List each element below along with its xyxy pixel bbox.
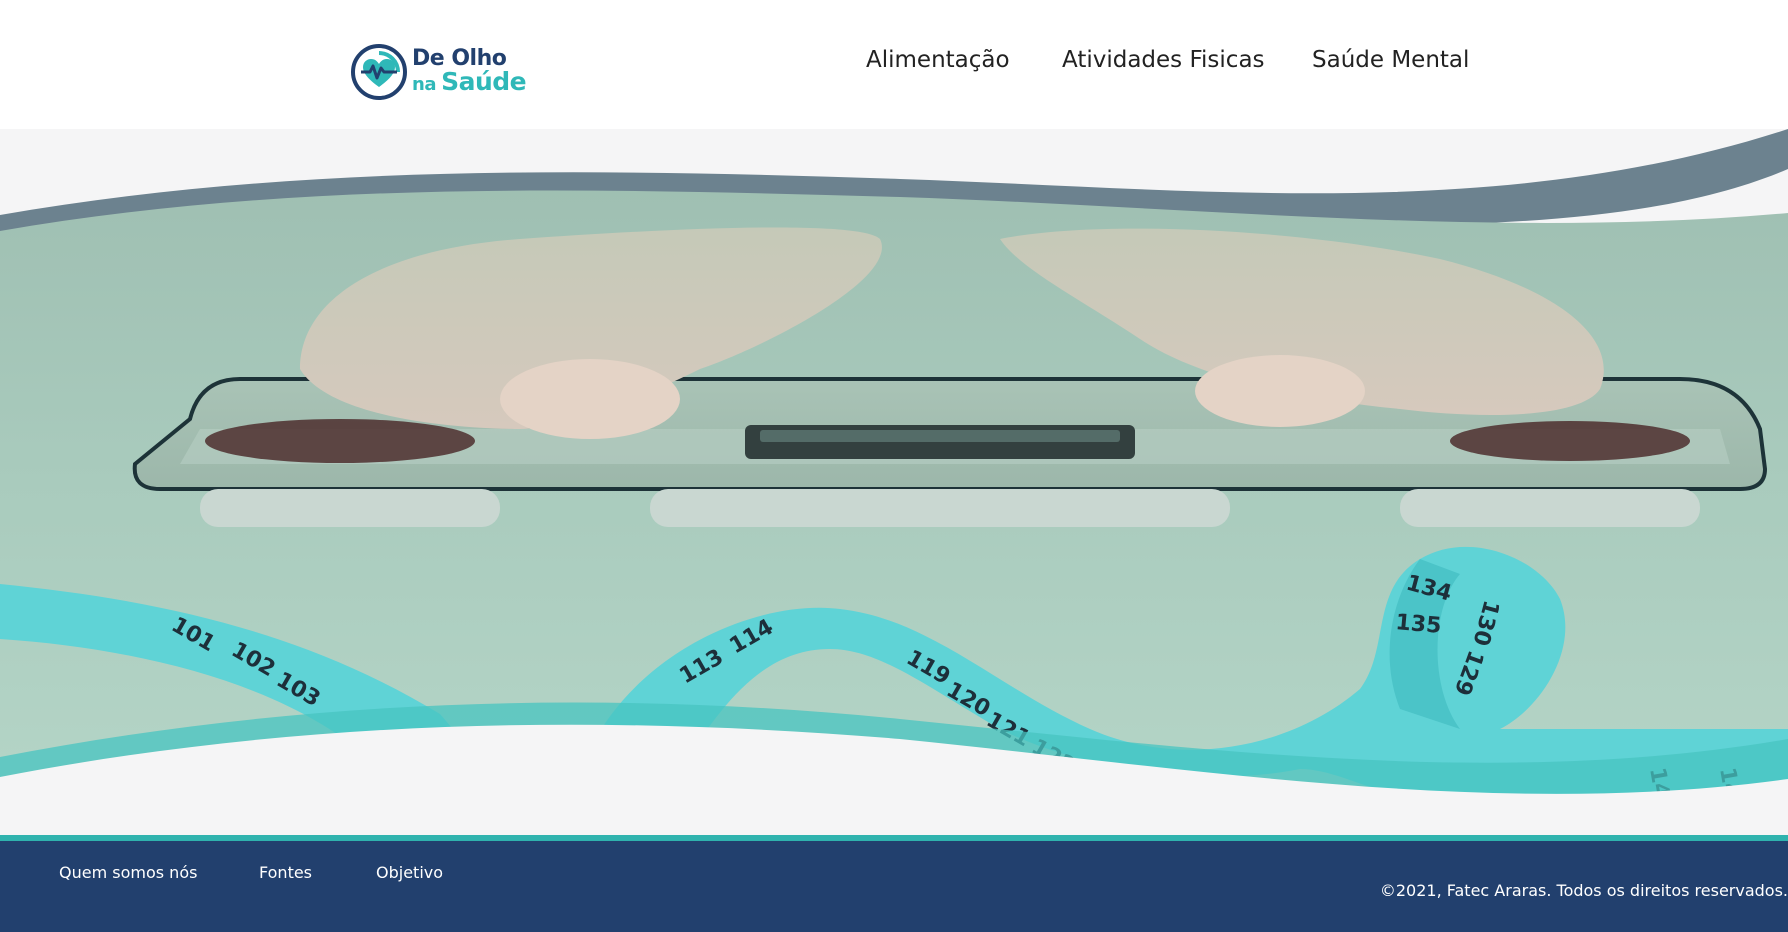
main-nav: Alimentação Atividades Fisicas Saúde Men… (0, 47, 1788, 83)
site-header: De Olho na Saúde Alimentação Atividades … (0, 0, 1788, 129)
footer-link-objetivo[interactable]: Objetivo (376, 863, 443, 882)
site-footer: Quem somos nós Fontes Objetivo ©2021, Fa… (0, 835, 1788, 932)
tape-number: 135 (1394, 610, 1442, 639)
hero-banner: 102 103 101 113 114 119 120 121 122 134 … (0, 129, 1788, 835)
footer-link-fontes[interactable]: Fontes (259, 863, 312, 882)
nav-link-saude-mental[interactable]: Saúde Mental (1312, 47, 1469, 73)
nav-link-alimentacao[interactable]: Alimentação (866, 47, 1010, 73)
nav-link-atividades-fisicas[interactable]: Atividades Fisicas (1062, 47, 1265, 73)
hero-image: 102 103 101 113 114 119 120 121 122 134 … (0, 129, 1788, 835)
footer-link-quem-somos-nos[interactable]: Quem somos nós (59, 863, 197, 882)
footer-copyright: ©2021, Fatec Araras. Todos os direitos r… (1379, 881, 1788, 900)
